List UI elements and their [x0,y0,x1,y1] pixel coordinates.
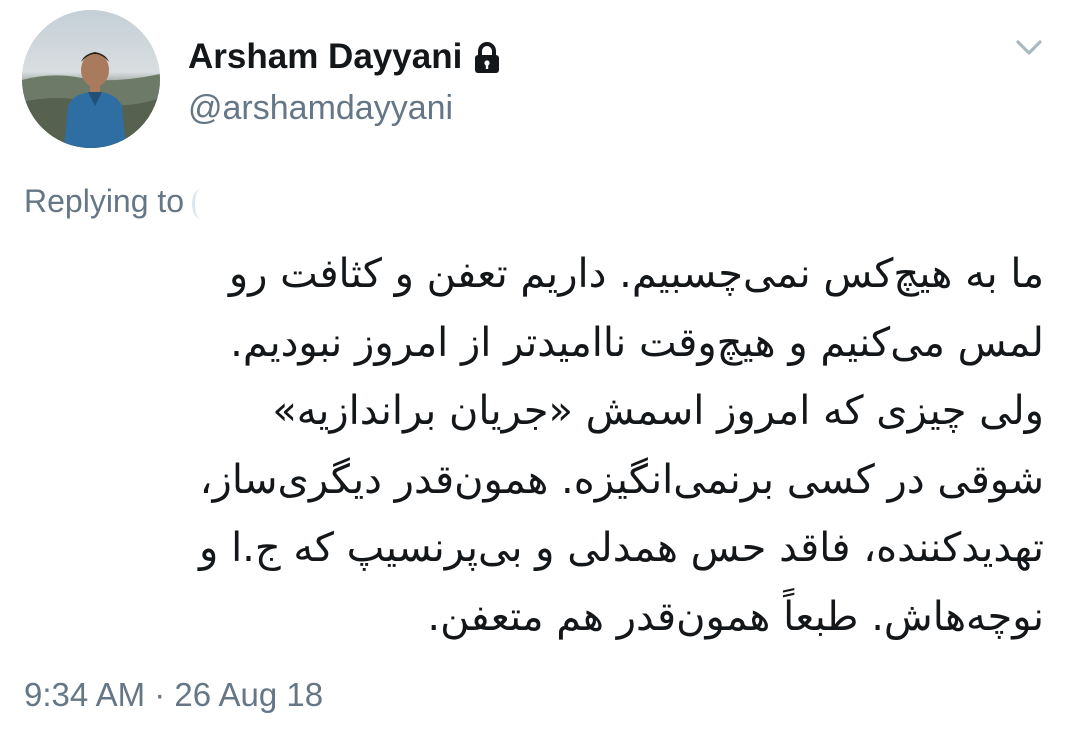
lock-icon [472,41,502,75]
chevron-down-icon[interactable] [1012,34,1046,62]
tweet-text: ما به هیچ‌کس نمی‌چسبیم. داریم تعفن و کثا… [24,240,1044,651]
avatar[interactable] [22,10,160,148]
tweet-text-line: ما به هیچ‌کس نمی‌چسبیم. داریم تعفن و کثا… [228,251,1044,297]
tweet-timestamp[interactable]: 9:34 AM · 26 Aug 18 [24,673,323,717]
avatar-photo [22,10,160,148]
tweet-text-line: تهدیدکننده، فاقد حس همدلی و بی‌پرنسیپ که… [199,525,1044,571]
author-handle[interactable]: @arshamdayyani [188,86,453,130]
tweet-text-line: ولی چیزی که امروز اسمش «جریان براندازیه» [272,388,1044,434]
replying-to: Replying to [24,180,209,222]
tweet-text-line: نوچه‌هاش. طبعاً همون‌قدر هم متعفن. [427,593,1044,640]
reply-target-link[interactable] [192,188,209,219]
tweet-text-line: شوقی در کسی برنمی‌انگیزه. همون‌قدر دیگری… [199,456,1044,503]
tweet-text-line: لمس می‌کنیم و هیچ‌وقت ناامیدتر از امروز … [230,319,1044,366]
replying-to-label: Replying to [24,183,185,219]
author-name-text: Arsham Dayyani [188,37,463,76]
tweet-card: Arsham Dayyani @arshamdayyani Replying t… [0,0,1072,743]
author-name[interactable]: Arsham Dayyani [188,35,502,79]
